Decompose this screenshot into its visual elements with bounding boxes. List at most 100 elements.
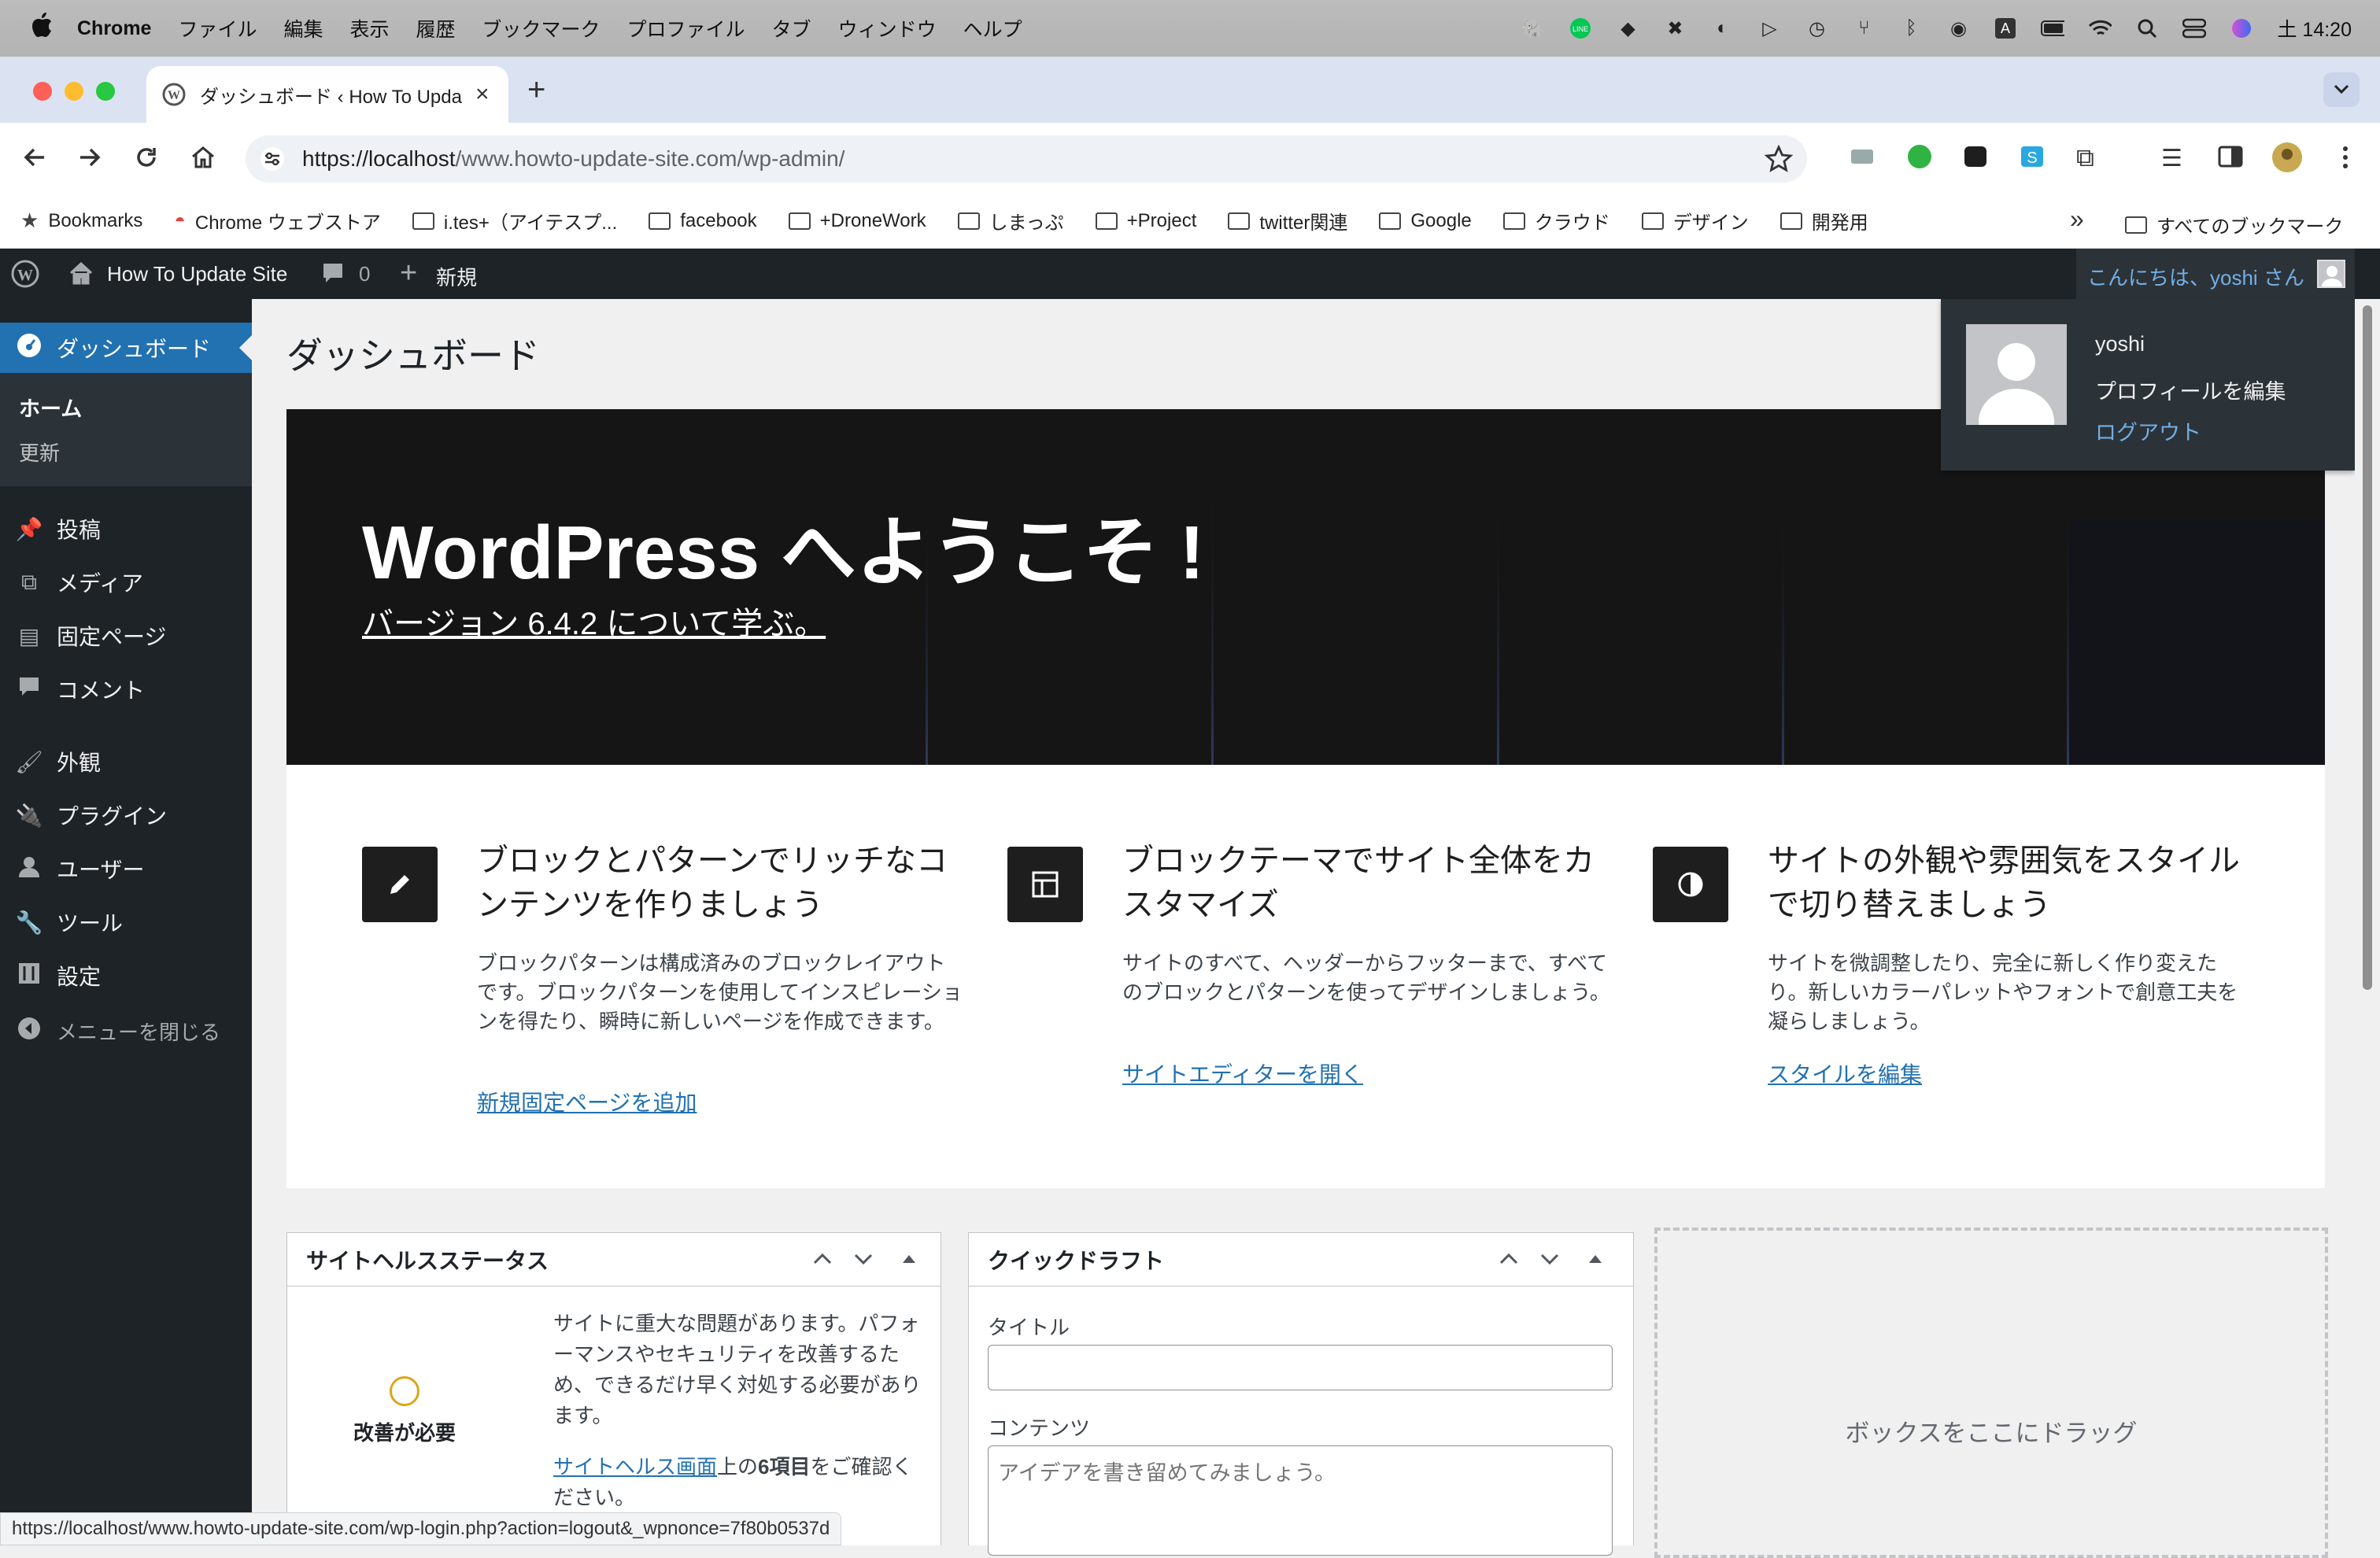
edit-profile-link[interactable]: プロフィールを編集	[2095, 375, 2286, 405]
tab-search-button[interactable]	[2323, 72, 2360, 107]
comment-count[interactable]: 0	[359, 262, 370, 286]
sidebar-item-appearance[interactable]: 🖌 外観	[0, 737, 252, 787]
bookmark-folder-facebook[interactable]: facebook	[649, 210, 757, 232]
back-icon[interactable]	[20, 143, 49, 175]
bookmark-bookmarks[interactable]: ★ Bookmarks	[20, 209, 142, 233]
scrollbar-thumb[interactable]	[2363, 305, 2372, 990]
menu-file[interactable]: ファイル	[178, 14, 257, 42]
input-method-icon[interactable]: A	[1994, 17, 2017, 40]
bookmark-folder-ites[interactable]: i.tes+（アイテスプ...	[412, 207, 617, 234]
control-center-icon[interactable]	[2182, 17, 2207, 40]
bookmark-all-bookmarks[interactable]: すべてのブックマーク	[2125, 211, 2343, 238]
drag-drop-zone[interactable]: ボックスをここにドラッグ	[1654, 1228, 2328, 1558]
extension-cast-icon[interactable]	[1850, 145, 1876, 172]
bookmark-folder-dev[interactable]: 開発用	[1779, 207, 1868, 234]
clock[interactable]: 土 14:20	[2277, 14, 2352, 42]
window-minimize-button[interactable]	[65, 82, 83, 101]
menu-profiles[interactable]: プロファイル	[627, 14, 745, 42]
open-site-editor-link[interactable]: サイトエディターを開く	[1122, 1058, 1363, 1089]
side-panel-icon[interactable]	[2218, 145, 2243, 172]
comments-icon[interactable]	[321, 261, 345, 292]
move-down-icon[interactable]	[1539, 1247, 1561, 1274]
address-bar[interactable]: https://localhost/www.howto-update-site.…	[246, 135, 1807, 183]
sidebar-collapse-menu[interactable]: メニューを閉じる	[0, 1006, 252, 1056]
bookmark-star-icon[interactable]	[1764, 144, 1794, 179]
bookmark-folder-shimap[interactable]: しまっぷ	[957, 207, 1064, 234]
wordpress-logo-icon[interactable]: W	[11, 260, 39, 294]
reload-icon[interactable]	[132, 143, 161, 175]
evernote-icon[interactable]: 🐘	[1521, 17, 1546, 40]
sidebar-item-media[interactable]: ⧉ メディア	[0, 557, 252, 607]
bookmark-folder-design[interactable]: デザイン	[1641, 207, 1749, 234]
menu-help[interactable]: ヘルプ	[963, 14, 1022, 42]
menu-edit[interactable]: 編集	[283, 14, 323, 42]
line-icon[interactable]: LINE	[1569, 17, 1592, 40]
menu-bookmarks[interactable]: ブックマーク	[482, 14, 601, 42]
extension-s-icon[interactable]: S	[2020, 145, 2045, 172]
window-close-button[interactable]	[33, 82, 52, 101]
sidebar-item-comments[interactable]: コメント	[0, 664, 252, 714]
collapse-toggle-icon[interactable]	[900, 1247, 918, 1274]
site-info-icon[interactable]	[260, 146, 285, 172]
site-name-link[interactable]: How To Update Site	[107, 262, 287, 286]
search-icon[interactable]	[2135, 17, 2159, 40]
sidebar-item-pages[interactable]: ▤ 固定ページ	[0, 611, 252, 661]
sidebar-item-posts[interactable]: 📌 投稿	[0, 504, 252, 554]
bookmarks-overflow-icon[interactable]: »	[2070, 205, 2084, 234]
more-menu-icon[interactable]	[2338, 143, 2353, 175]
version-link[interactable]: バージョン 6.4.2 について学ぶ。	[362, 598, 826, 644]
draft-content-textarea[interactable]	[988, 1445, 1613, 1556]
greeting[interactable]: こんにちは、yoshi さん	[2087, 262, 2304, 291]
edit-styles-link[interactable]: スタイルを編集	[1768, 1058, 1922, 1089]
sidebar-item-plugins[interactable]: 🔌 プラグイン	[0, 790, 252, 840]
dropdown-username[interactable]: yoshi	[2095, 332, 2145, 356]
bookmark-folder-project[interactable]: +Project	[1095, 210, 1196, 232]
battery-icon[interactable]	[2041, 17, 2065, 40]
user-icon[interactable]: ◉	[1946, 17, 1970, 40]
tab-dashboard[interactable]: W ダッシュボード ‹ How To Upda ×	[146, 66, 508, 123]
apple-icon[interactable]	[30, 12, 61, 45]
bookmark-folder-cloud[interactable]: クラウド	[1502, 207, 1610, 234]
move-up-icon[interactable]	[811, 1247, 833, 1274]
dropbox-icon[interactable]: ◆	[1616, 17, 1639, 40]
app-x-icon[interactable]: ✖	[1663, 17, 1687, 40]
menu-view[interactable]: 表示	[350, 14, 390, 42]
sidebar-item-settings[interactable]: 設定	[0, 951, 252, 1001]
add-page-link[interactable]: 新規固定ページを追加	[477, 1086, 697, 1117]
site-health-screen-link[interactable]: サイトヘルス画面	[553, 1455, 717, 1479]
forward-icon[interactable]	[76, 143, 104, 175]
collapse-toggle-icon[interactable]	[1586, 1247, 1605, 1274]
new-content-link[interactable]: 新規	[436, 262, 477, 291]
bluetooth-icon[interactable]: ᛒ	[1899, 17, 1923, 40]
menu-tab[interactable]: タブ	[772, 14, 811, 42]
menu-window[interactable]: ウィンドウ	[838, 14, 937, 42]
move-down-icon[interactable]	[852, 1247, 874, 1274]
time-machine-icon[interactable]: ◷	[1805, 17, 1828, 40]
wifi-icon[interactable]	[2088, 17, 2112, 40]
extension-pen-icon[interactable]	[1963, 145, 1988, 172]
my-account-menu[interactable]: こんにちは、yoshi さん	[2076, 249, 2355, 299]
menu-history[interactable]: 履歴	[416, 14, 456, 42]
play-icon[interactable]: ▷	[1757, 17, 1781, 40]
page-scrollbar[interactable]	[2355, 299, 2380, 1545]
move-up-icon[interactable]	[1498, 1247, 1520, 1274]
menu-app-chrome[interactable]: Chrome	[77, 17, 151, 40]
bookmark-folder-dronework[interactable]: +DroneWork	[788, 210, 926, 232]
bookmark-folder-twitter[interactable]: twitter関連	[1228, 207, 1347, 234]
sidebar-item-tools[interactable]: 🔧 ツール	[0, 897, 252, 947]
extension-green-icon[interactable]	[1906, 143, 1933, 174]
fork-knife-icon[interactable]: ⑂	[1852, 17, 1876, 40]
profile-avatar[interactable]	[2271, 142, 2303, 177]
siri-icon[interactable]	[2230, 17, 2253, 40]
new-plus-icon[interactable]: +	[400, 257, 417, 290]
window-zoom-button[interactable]	[96, 82, 115, 101]
sidebar-item-users[interactable]: ユーザー	[0, 844, 252, 894]
logout-link[interactable]: ログアウト	[2095, 415, 2201, 446]
bookmark-webstore[interactable]: ◓ Chrome ウェブストア	[174, 207, 381, 234]
bookmark-folder-google[interactable]: Google	[1379, 210, 1472, 232]
sidebar-item-dashboard[interactable]: ダッシュボード	[0, 323, 252, 373]
extensions-puzzle-icon[interactable]: ⧉	[2076, 143, 2094, 173]
tab-close-icon[interactable]: ×	[475, 81, 490, 108]
submenu-home[interactable]: ホーム	[19, 392, 82, 423]
sync-icon[interactable]: ◐	[1710, 17, 1734, 40]
